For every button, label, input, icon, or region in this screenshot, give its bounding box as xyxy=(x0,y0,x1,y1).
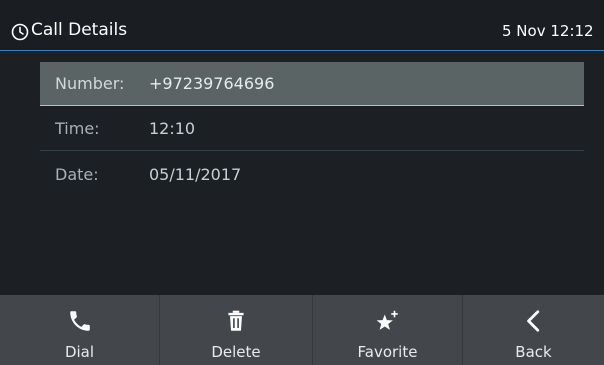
clock-icon xyxy=(11,23,29,41)
detail-label: Time: xyxy=(55,119,100,138)
detail-row-number[interactable]: Number: +97239764696 xyxy=(40,62,584,106)
dial-button[interactable]: Dial xyxy=(0,295,160,365)
page-title: Call Details xyxy=(31,20,128,40)
softkey-label: Favorite xyxy=(357,343,418,361)
phone-icon xyxy=(69,311,90,331)
detail-row-time[interactable]: Time: 12:10 xyxy=(40,107,584,151)
favorite-button[interactable]: Favorite xyxy=(313,295,463,365)
trash-icon xyxy=(228,310,244,331)
call-details-list: Number: +97239764696 Time: 12:10 Date: 0… xyxy=(0,51,604,295)
detail-label: Date: xyxy=(55,165,99,184)
status-bar: Call Details 5 Nov 12:12 xyxy=(0,0,604,51)
softkey-label: Dial xyxy=(64,343,95,361)
chevron-left-icon xyxy=(526,310,539,332)
datetime-display: 5 Nov 12:12 xyxy=(502,22,594,40)
softkey-bar: Dial Delete Favorite Back xyxy=(0,295,604,365)
detail-label: Number: xyxy=(55,74,125,93)
delete-button[interactable]: Delete xyxy=(160,295,313,365)
detail-row-date[interactable]: Date: 05/11/2017 xyxy=(40,153,584,197)
softkey-label: Back xyxy=(515,343,552,361)
detail-value: +97239764696 xyxy=(149,74,275,93)
softkey-label: Delete xyxy=(211,343,261,361)
back-button[interactable]: Back xyxy=(463,295,604,365)
detail-value: 05/11/2017 xyxy=(149,165,242,184)
star-plus-icon xyxy=(376,310,398,330)
detail-value: 12:10 xyxy=(149,119,196,138)
